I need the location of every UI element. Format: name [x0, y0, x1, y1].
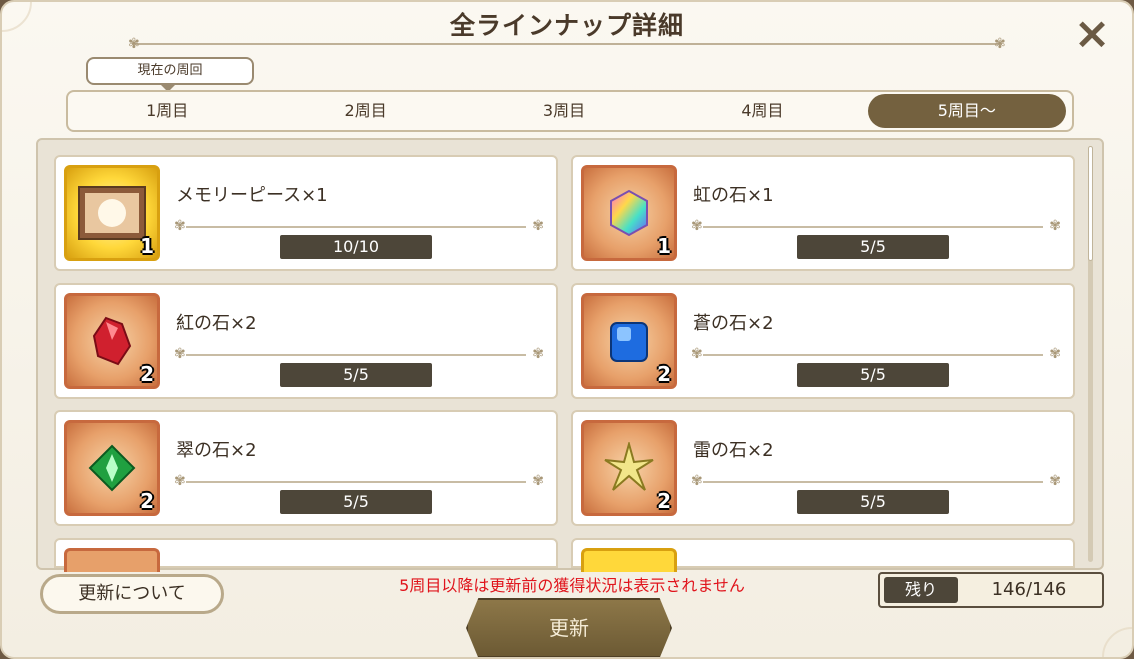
ornament-icon: ✾ — [128, 36, 140, 52]
remaining-value: 146/146 — [991, 579, 1067, 600]
ornament-icon: ✾ — [691, 473, 703, 489]
thunder-stone-icon: 2 — [581, 420, 677, 516]
ornament-icon: ✾ — [994, 36, 1006, 52]
divider — [186, 481, 526, 483]
scrollbar-thumb[interactable] — [1088, 146, 1093, 261]
tab-cycle-5-plus[interactable]: 5周目〜 — [867, 94, 1067, 128]
ornament-icon: ✾ — [1049, 473, 1061, 489]
about-update-button[interactable]: 更新について — [40, 574, 224, 614]
item-progress: 5/5 — [280, 363, 432, 387]
title-divider — [132, 43, 1002, 45]
list-item[interactable]: 1 メモリーピース×1 ✾ ✾ 10/10 — [54, 155, 558, 271]
item-name: 雷の石×2 — [693, 440, 774, 461]
item-count: 2 — [140, 489, 154, 513]
page-title: 全ラインナップ詳細 — [449, 11, 684, 40]
ornament-icon: ✾ — [1049, 218, 1061, 234]
notice-text: 5周目以降は更新前の獲得状況は表示されません — [399, 576, 745, 595]
item-icon — [64, 548, 160, 572]
ornament-icon: ✾ — [691, 346, 703, 362]
item-progress: 5/5 — [797, 490, 949, 514]
item-name: メモリーピース×1 — [176, 185, 328, 206]
ornament-icon: ✾ — [174, 473, 186, 489]
ornament-icon: ✾ — [1049, 346, 1061, 362]
list-item[interactable] — [571, 538, 1075, 572]
red-stone-icon: 2 — [64, 293, 160, 389]
ornament-icon: ✾ — [532, 218, 544, 234]
item-count: 1 — [140, 234, 154, 258]
ornament-icon: ✾ — [174, 218, 186, 234]
item-name: 蒼の石×2 — [693, 313, 774, 334]
ornament-icon: ✾ — [174, 346, 186, 362]
rainbow-stone-icon: 1 — [581, 165, 677, 261]
item-progress: 5/5 — [280, 490, 432, 514]
blue-stone-icon: 2 — [581, 293, 677, 389]
item-name: 翠の石×2 — [176, 440, 257, 461]
item-progress: 10/10 — [280, 235, 432, 259]
current-cycle-label: 現在の周回 — [86, 57, 254, 92]
list-item[interactable]: 2 雷の石×2 ✾ ✾ 5/5 — [571, 410, 1075, 526]
remaining-counter: 残り 146/146 — [878, 572, 1104, 608]
list-item[interactable]: 2 紅の石×2 ✾ ✾ 5/5 — [54, 283, 558, 399]
item-count: 1 — [657, 234, 671, 258]
corner-ornament — [1102, 627, 1132, 657]
memory-piece-icon: 1 — [64, 165, 160, 261]
tab-cycle-4[interactable]: 4周目 — [663, 92, 861, 130]
ornament-icon: ✾ — [532, 346, 544, 362]
tab-cycle-2[interactable]: 2周目 — [266, 92, 464, 130]
divider — [186, 354, 526, 356]
divider — [703, 481, 1043, 483]
list-item[interactable] — [54, 538, 558, 572]
list-item[interactable]: 2 翠の石×2 ✾ ✾ 5/5 — [54, 410, 558, 526]
divider — [703, 354, 1043, 356]
tab-cycle-3[interactable]: 3周目 — [465, 92, 663, 130]
remaining-label: 残り — [884, 577, 958, 603]
ornament-icon: ✾ — [691, 218, 703, 234]
item-count: 2 — [657, 362, 671, 386]
cycle-tabs: 1周目 2周目 3周目 4周目 5周目〜 — [66, 90, 1074, 132]
item-progress: 5/5 — [797, 363, 949, 387]
item-name: 虹の石×1 — [693, 185, 774, 206]
green-stone-icon: 2 — [64, 420, 160, 516]
item-count: 2 — [140, 362, 154, 386]
item-icon — [581, 548, 677, 572]
divider — [186, 226, 526, 228]
item-name: 紅の石×2 — [176, 313, 257, 334]
list-item[interactable]: 2 蒼の石×2 ✾ ✾ 5/5 — [571, 283, 1075, 399]
tab-cycle-1[interactable]: 1周目 — [68, 92, 266, 130]
list-item[interactable]: 1 虹の石×1 ✾ ✾ 5/5 — [571, 155, 1075, 271]
item-progress: 5/5 — [797, 235, 949, 259]
ornament-icon: ✾ — [532, 473, 544, 489]
update-button[interactable]: 更新 — [466, 598, 672, 657]
close-icon: × — [1073, 8, 1111, 59]
lineup-panel: 全ラインナップ詳細 ✾ ✾ × 現在の周回 1周目 2周目 3周目 4周目 5周… — [0, 0, 1134, 659]
divider — [703, 226, 1043, 228]
item-count: 2 — [657, 489, 671, 513]
close-button[interactable]: × — [1072, 12, 1112, 56]
